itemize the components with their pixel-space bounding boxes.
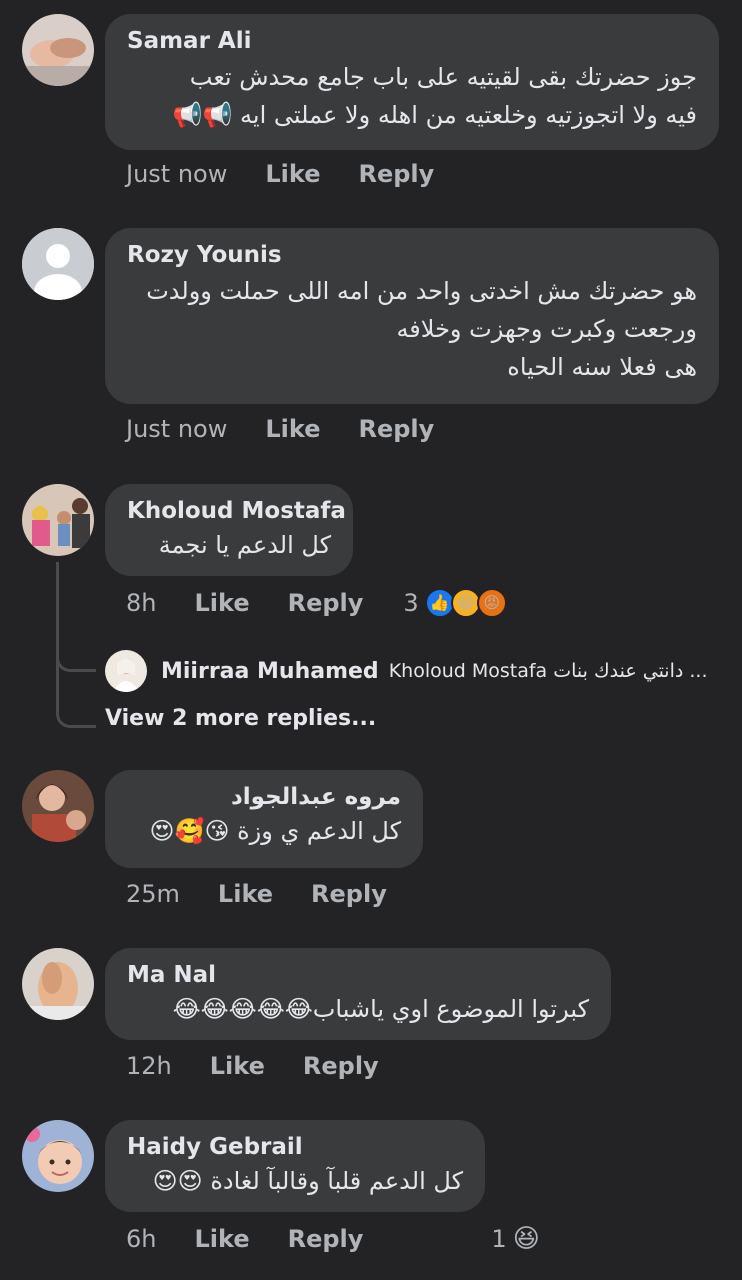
avatar-photo-icon [22, 948, 94, 1020]
comment-bubble[interactable]: Samar Ali جوز حضرتك بقى لقيتيه على باب ج… [105, 14, 719, 150]
comment-actions: 6h Like Reply 1 😆 [126, 1224, 540, 1254]
comment-author[interactable]: Ma Nal [127, 962, 589, 988]
comment-actions: 12h Like Reply [126, 1052, 379, 1080]
reply-button[interactable]: Reply [358, 160, 434, 188]
reply-author[interactable]: Miirraa Muhamed [161, 659, 379, 684]
avatar-photo-icon [22, 1120, 94, 1192]
avatar-photo-icon [22, 770, 94, 842]
avatar[interactable] [22, 228, 94, 300]
comment-text-line: ورجعت وكبرت وجهزت وخلافه [396, 315, 697, 343]
reaction-count: 3 [403, 589, 419, 617]
reply-preview[interactable]: Miirraa Muhamed Kholoud Mostafa دانتي عن… [105, 650, 708, 692]
comment-author[interactable]: Samar Ali [127, 28, 697, 54]
reply-button[interactable]: Reply [311, 880, 387, 908]
like-button[interactable]: Like [218, 880, 273, 908]
view-more-replies-link[interactable]: View 2 more replies... [105, 706, 376, 731]
comment-author[interactable]: Kholoud Mostafa [127, 498, 346, 524]
comment-text-line: كل الدعم قلبآ وقالبآ لغادة 😍😍 [152, 1167, 463, 1195]
like-button[interactable]: Like [265, 415, 320, 443]
avatar[interactable] [22, 770, 94, 842]
comment-text-line: هى فعلا سنه الحياه [507, 353, 697, 381]
comment-text-line: فيه ولا اتجوزتيه وخلعتيه من اهله ولا عمل… [172, 101, 697, 129]
comment-bubble[interactable]: Rozy Younis هو حضرتك مش اخدتى واحد من ام… [105, 228, 719, 404]
like-button[interactable]: Like [265, 160, 320, 188]
reply-text: Kholoud Mostafa دانتي عندك بنات ... [388, 660, 708, 682]
avatar[interactable] [22, 1120, 94, 1192]
avatar-photo-icon [22, 14, 94, 86]
comment-time[interactable]: Just now [126, 415, 227, 443]
avatar[interactable] [105, 650, 147, 692]
comment-actions: 8h Like Reply 3 👍 😆 😡 [126, 588, 507, 618]
haha-reaction-icon: 😆 [512, 1224, 540, 1254]
avatar[interactable] [22, 14, 94, 86]
like-button[interactable]: Like [194, 589, 249, 617]
comment-bubble[interactable]: Ma Nal كبرتوا الموضوع اوي ياشباب😂😂😂😂😂 [105, 948, 611, 1040]
default-avatar-icon [22, 228, 94, 300]
avatar[interactable] [22, 484, 94, 556]
comment-text-line: كل الدعم يا نجمة [158, 531, 331, 559]
comment-actions: Just now Like Reply [126, 415, 434, 443]
reply-button[interactable]: Reply [288, 1225, 364, 1253]
comment-bubble[interactable]: Haidy Gebrail كل الدعم قلبآ وقالبآ لغادة… [105, 1120, 485, 1212]
avatar-photo-icon [105, 650, 147, 692]
reaction-summary[interactable]: 1 😆 [491, 1224, 539, 1254]
avatar[interactable] [22, 948, 94, 1020]
comment-time[interactable]: Just now [126, 160, 227, 188]
comment-author[interactable]: مروه عبدالجواد [127, 784, 401, 810]
comment-bubble[interactable]: مروه عبدالجواد كل الدعم ي وزة 😘🥰😍 [105, 770, 423, 868]
reaction-count: 1 [491, 1225, 507, 1253]
angry-reaction-icon: 😡 [476, 588, 507, 618]
comment-actions: 25m Like Reply [126, 880, 387, 908]
thread-connector [56, 640, 96, 672]
comment-text-line: جوز حضرتك بقى لقيتيه على باب جامع محدش ت… [189, 63, 697, 91]
comment-time[interactable]: 6h [126, 1225, 156, 1253]
comment-text-line: هو حضرتك مش اخدتى واحد من امه اللى حملت … [146, 277, 697, 305]
comment-text-line: كبرتوا الموضوع اوي ياشباب😂😂😂😂😂 [172, 995, 589, 1023]
thread-connector [56, 670, 96, 728]
comment-time[interactable]: 12h [126, 1052, 172, 1080]
comment-actions: Just now Like Reply [126, 160, 434, 188]
comment-text-line: كل الدعم ي وزة 😘🥰😍 [149, 817, 401, 845]
comment-author[interactable]: Rozy Younis [127, 242, 697, 268]
reaction-summary[interactable]: 3 👍 😆 😡 [403, 588, 507, 618]
like-button[interactable]: Like [194, 1225, 249, 1253]
comment-time[interactable]: 8h [126, 589, 156, 617]
reply-button[interactable]: Reply [303, 1052, 379, 1080]
avatar-photo-icon [22, 484, 94, 556]
reply-button[interactable]: Reply [358, 415, 434, 443]
comment-author[interactable]: Haidy Gebrail [127, 1134, 463, 1160]
comment-bubble[interactable]: Kholoud Mostafa كل الدعم يا نجمة [105, 484, 353, 576]
like-button[interactable]: Like [210, 1052, 265, 1080]
comment-time[interactable]: 25m [126, 880, 180, 908]
reply-button[interactable]: Reply [288, 589, 364, 617]
